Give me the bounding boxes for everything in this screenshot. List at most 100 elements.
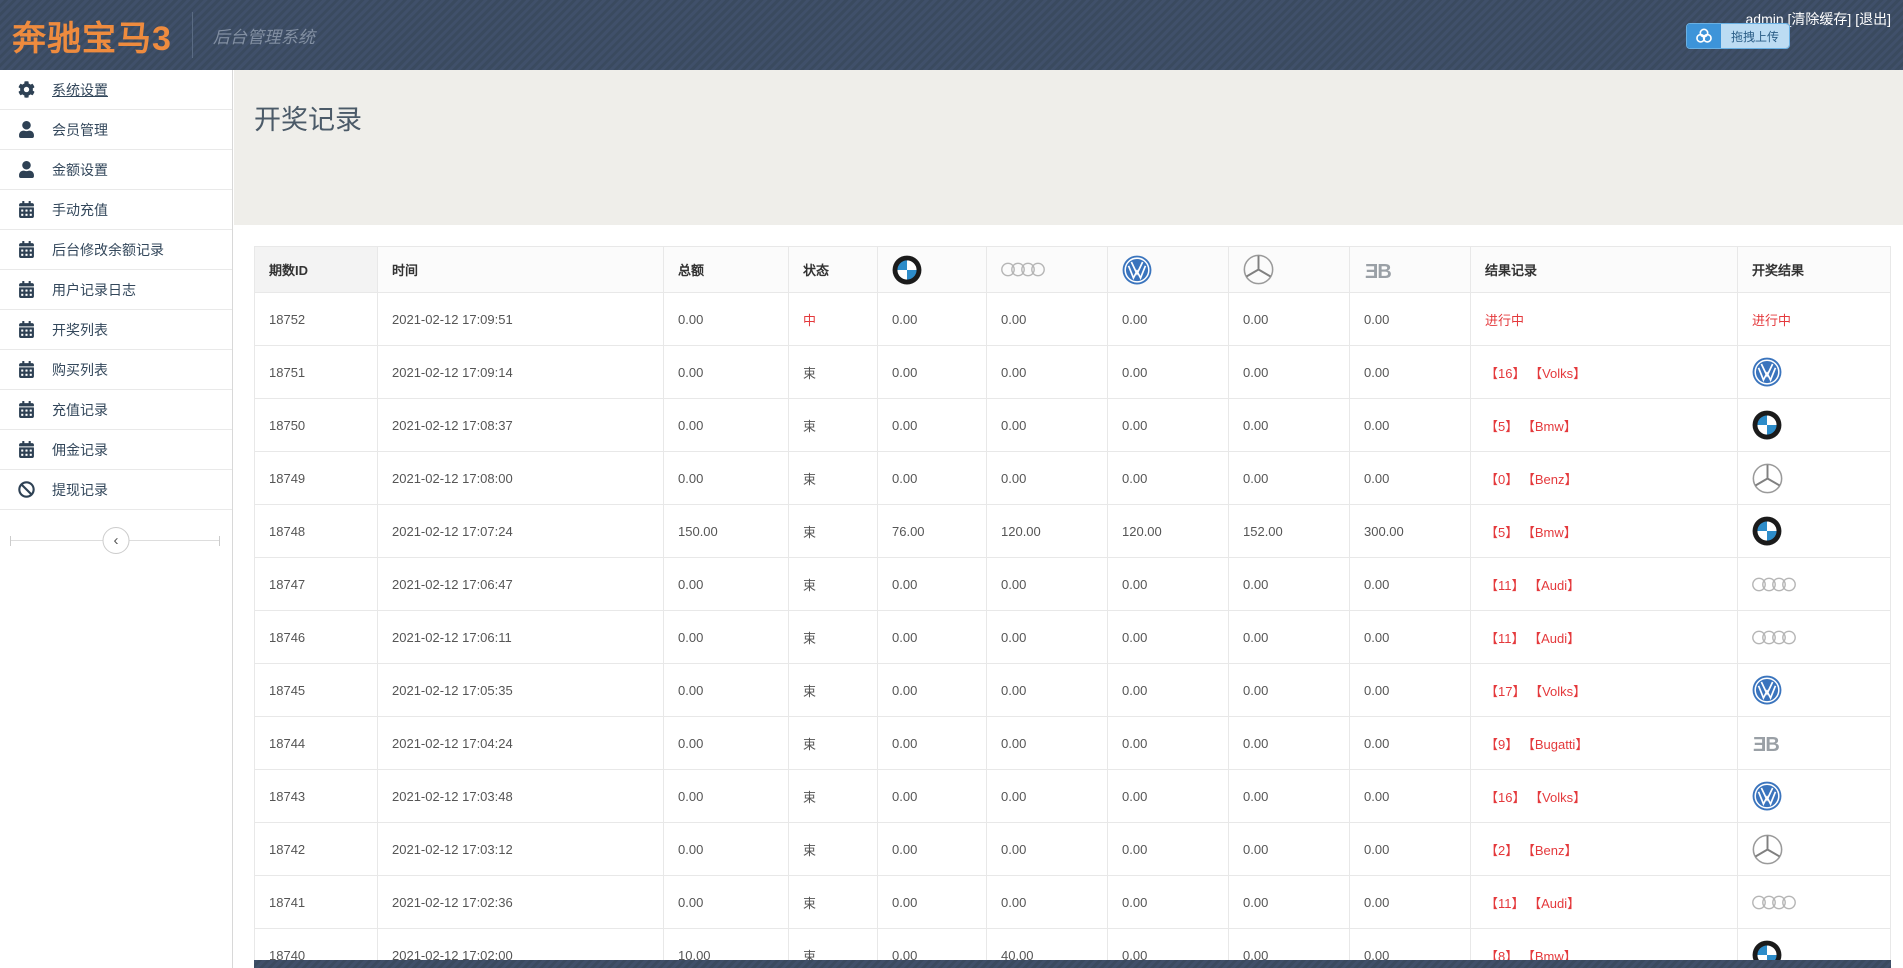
- cell-total: 0.00: [664, 399, 789, 452]
- sidebar-item-label: 手动充值: [52, 200, 108, 220]
- sidebar-item-user-log[interactable]: 用户记录日志: [0, 270, 232, 310]
- gear-icon: [18, 81, 40, 98]
- cell-outcome: [1738, 399, 1891, 452]
- calendar-icon: [18, 401, 40, 418]
- sidebar-item-lottery-list[interactable]: 开奖列表: [0, 310, 232, 350]
- sidebar-item-label: 系统设置: [52, 80, 108, 100]
- cell-amount-audi: 0.00: [987, 823, 1108, 876]
- cell-total: 0.00: [664, 452, 789, 505]
- cell-amount-benz: 0.00: [1229, 293, 1350, 346]
- bugatti-logo: [1364, 257, 1400, 283]
- cell-period-id: 18748: [255, 505, 378, 558]
- cell-result-record: 【9】 【Bugatti】: [1471, 717, 1738, 770]
- sidebar-item-label: 佣金记录: [52, 440, 108, 460]
- logout-link[interactable]: [退出]: [1855, 11, 1891, 27]
- brand: 奔驰宝马3 后台管理系统: [12, 0, 315, 70]
- cell-period-id: 18746: [255, 611, 378, 664]
- cell-time: 2021-02-12 17:08:37: [378, 399, 664, 452]
- bmw-logo: [1752, 516, 1782, 546]
- calendar-icon: [18, 281, 40, 298]
- cell-status: 束: [789, 452, 878, 505]
- cell-result-record: 【0】 【Benz】: [1471, 452, 1738, 505]
- sidebar-item-label: 开奖列表: [52, 320, 108, 340]
- sidebar: 系统设置 会员管理 金额设置 手动充值 后台修改余额记录 用户记录日志 开奖列表…: [0, 70, 233, 968]
- benz-logo: [1752, 463, 1783, 494]
- sidebar-item-label: 后台修改余额记录: [52, 240, 164, 260]
- cell-result-record: 【11】 【Audi】: [1471, 876, 1738, 929]
- cell-time: 2021-02-12 17:05:35: [378, 664, 664, 717]
- cell-outcome: [1738, 770, 1891, 823]
- vw-logo: [1122, 255, 1152, 285]
- cell-amount-bugatti: 0.00: [1350, 452, 1471, 505]
- cell-amount-bugatti: 300.00: [1350, 505, 1471, 558]
- cell-amount-benz: 0.00: [1229, 399, 1350, 452]
- page-title: 开奖记录: [234, 70, 1903, 137]
- cell-total: 0.00: [664, 717, 789, 770]
- clear-cache-link[interactable]: [清除缓存]: [1788, 11, 1852, 27]
- cell-status: 束: [789, 505, 878, 558]
- cell-amount-bugatti: 0.00: [1350, 346, 1471, 399]
- cell-amount-bmw: 0.00: [878, 823, 987, 876]
- cell-amount-bmw: 0.00: [878, 399, 987, 452]
- sidebar-menu: 系统设置 会员管理 金额设置 手动充值 后台修改余额记录 用户记录日志 开奖列表…: [0, 70, 232, 510]
- col-header-bmw: [878, 247, 987, 293]
- col-header-bugatti: [1350, 247, 1471, 293]
- sidebar-item-withdraw-log[interactable]: 提现记录: [0, 470, 232, 510]
- cell-status: 束: [789, 664, 878, 717]
- sidebar-item-recharge-log[interactable]: 充值记录: [0, 390, 232, 430]
- cell-time: 2021-02-12 17:06:11: [378, 611, 664, 664]
- brand-divider: [192, 12, 193, 58]
- sidebar-item-member-management[interactable]: 会员管理: [0, 110, 232, 150]
- cell-time: 2021-02-12 17:04:24: [378, 717, 664, 770]
- cell-amount-bugatti: 0.00: [1350, 876, 1471, 929]
- sidebar-item-amount-settings[interactable]: 金额设置: [0, 150, 232, 190]
- cell-result-record: 【17】 【Volks】: [1471, 664, 1738, 717]
- sidebar-item-label: 金额设置: [52, 160, 108, 180]
- cell-time: 2021-02-12 17:09:51: [378, 293, 664, 346]
- col-header-audi: [987, 247, 1108, 293]
- cell-time: 2021-02-12 17:03:48: [378, 770, 664, 823]
- sidebar-item-balance-modify-log[interactable]: 后台修改余额记录: [0, 230, 232, 270]
- audi-logo: [1001, 261, 1045, 278]
- calendar-icon: [18, 321, 40, 338]
- table-row: 187502021-02-12 17:08:370.00束0.000.000.0…: [255, 399, 1891, 452]
- cell-total: 0.00: [664, 558, 789, 611]
- cell-outcome: [1738, 664, 1891, 717]
- audi-logo: [1752, 576, 1796, 593]
- table-row: 187442021-02-12 17:04:240.00束0.000.000.0…: [255, 717, 1891, 770]
- cell-amount-bugatti: 0.00: [1350, 558, 1471, 611]
- cell-status: 中: [789, 293, 878, 346]
- bottom-strip: [254, 960, 1891, 968]
- cell-result-record: 【11】 【Audi】: [1471, 558, 1738, 611]
- cell-amount-audi: 0.00: [987, 399, 1108, 452]
- cell-amount-benz: 0.00: [1229, 717, 1350, 770]
- sidebar-collapse-row: ‹: [0, 526, 232, 554]
- cell-amount-bmw: 0.00: [878, 717, 987, 770]
- sidebar-item-commission-log[interactable]: 佣金记录: [0, 430, 232, 470]
- sidebar-item-system-settings[interactable]: 系统设置: [0, 70, 232, 110]
- sidebar-collapse-button[interactable]: ‹: [103, 527, 130, 554]
- cell-amount-audi: 0.00: [987, 293, 1108, 346]
- cell-period-id: 18752: [255, 293, 378, 346]
- cell-time: 2021-02-12 17:07:24: [378, 505, 664, 558]
- cell-amount-bmw: 0.00: [878, 770, 987, 823]
- cell-result-record: 【16】 【Volks】: [1471, 770, 1738, 823]
- cell-amount-vw: 0.00: [1108, 346, 1229, 399]
- cell-amount-vw: 0.00: [1108, 664, 1229, 717]
- cell-outcome: [1738, 876, 1891, 929]
- cell-result-record: 【11】 【Audi】: [1471, 611, 1738, 664]
- cell-time: 2021-02-12 17:08:00: [378, 452, 664, 505]
- sidebar-item-manual-recharge[interactable]: 手动充值: [0, 190, 232, 230]
- cell-status: 束: [789, 611, 878, 664]
- sidebar-item-purchase-list[interactable]: 购买列表: [0, 350, 232, 390]
- cell-amount-benz: 0.00: [1229, 346, 1350, 399]
- cell-period-id: 18744: [255, 717, 378, 770]
- cell-time: 2021-02-12 17:06:47: [378, 558, 664, 611]
- top-bar: 奔驰宝马3 后台管理系统 admin [清除缓存] [退出] 拖拽上传: [0, 0, 1903, 70]
- drag-upload-button[interactable]: 拖拽上传: [1686, 23, 1790, 49]
- cell-amount-bugatti: 0.00: [1350, 664, 1471, 717]
- sidebar-item-label: 购买列表: [52, 360, 108, 380]
- cell-outcome: [1738, 611, 1891, 664]
- cell-amount-benz: 0.00: [1229, 770, 1350, 823]
- cell-amount-benz: 0.00: [1229, 611, 1350, 664]
